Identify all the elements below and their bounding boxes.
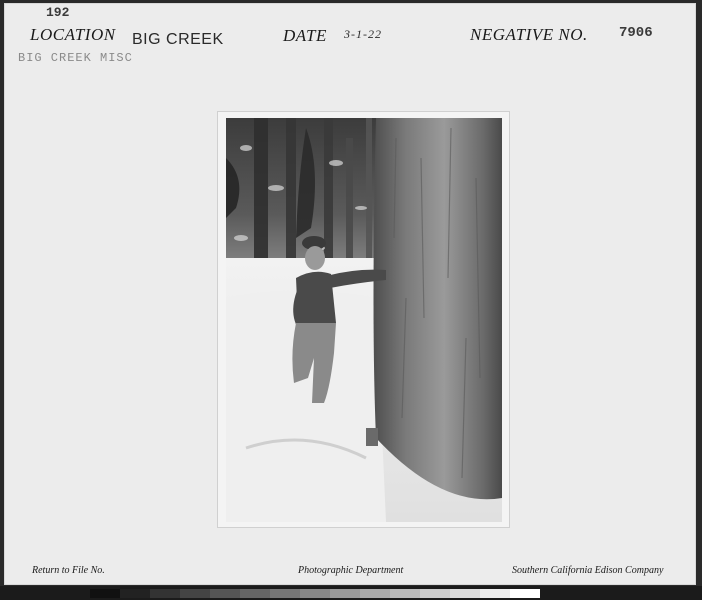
record-number: 192: [46, 5, 70, 20]
date-label: DATE: [283, 26, 327, 45]
footer-department: Photographic Department: [298, 565, 404, 576]
photograph: [226, 118, 502, 522]
archive-card: 192 LOCATION BIG CREEK BIG CREEK MISC DA…: [4, 3, 696, 585]
large-tree-trunk: [373, 118, 502, 500]
small-marker: [366, 428, 378, 446]
film-edge-strip: [0, 586, 702, 600]
location-value: BIG CREEK: [132, 31, 224, 48]
location-label: LOCATION: [30, 25, 116, 44]
negative-number: 7906: [619, 25, 653, 41]
date-value: 3-1-22: [344, 27, 382, 41]
photo-mount: [218, 112, 509, 527]
negative-label: NEGATIVE NO.: [470, 25, 588, 44]
sub-location-stamp: BIG CREEK MISC: [18, 51, 133, 65]
snow-forest-photo: [226, 118, 502, 522]
footer-return-to-file: Return to File No.: [32, 565, 105, 576]
footer-company: Southern California Edison Company: [512, 565, 664, 576]
